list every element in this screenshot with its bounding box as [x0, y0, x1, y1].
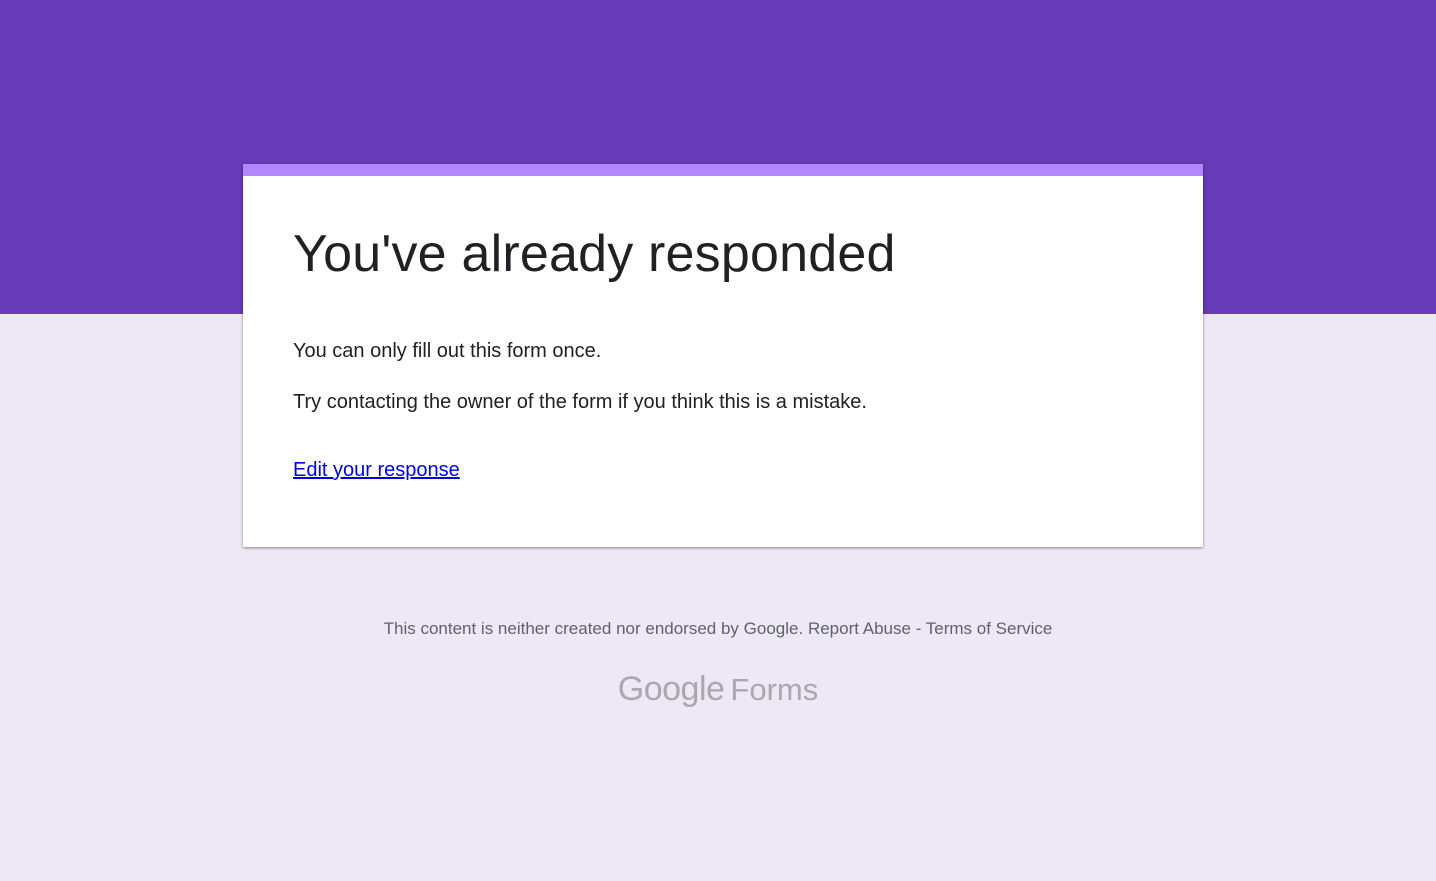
footer-disclaimer: This content is neither created nor endo…: [383, 619, 804, 638]
logo-google-text: Google: [617, 670, 725, 708]
response-card: You've already responded You can only fi…: [243, 164, 1203, 547]
message-once: You can only fill out this form once.: [293, 340, 602, 362]
page-title: You've already responded: [293, 225, 896, 283]
logo-forms-text: Forms: [730, 672, 819, 707]
report-abuse-link[interactable]: Report Abuse: [808, 619, 911, 638]
edit-response-link[interactable]: Edit your response: [293, 459, 460, 482]
footer-separator: -: [915, 619, 922, 638]
google-forms-logo[interactable]: Google Forms: [0, 670, 1436, 709]
terms-of-service-link[interactable]: Terms of Service: [926, 619, 1053, 638]
card-accent-bar: [243, 164, 1203, 176]
footer: This content is neither created nor endo…: [0, 619, 1436, 639]
message-contact-owner: Try contacting the owner of the form if …: [293, 391, 867, 413]
